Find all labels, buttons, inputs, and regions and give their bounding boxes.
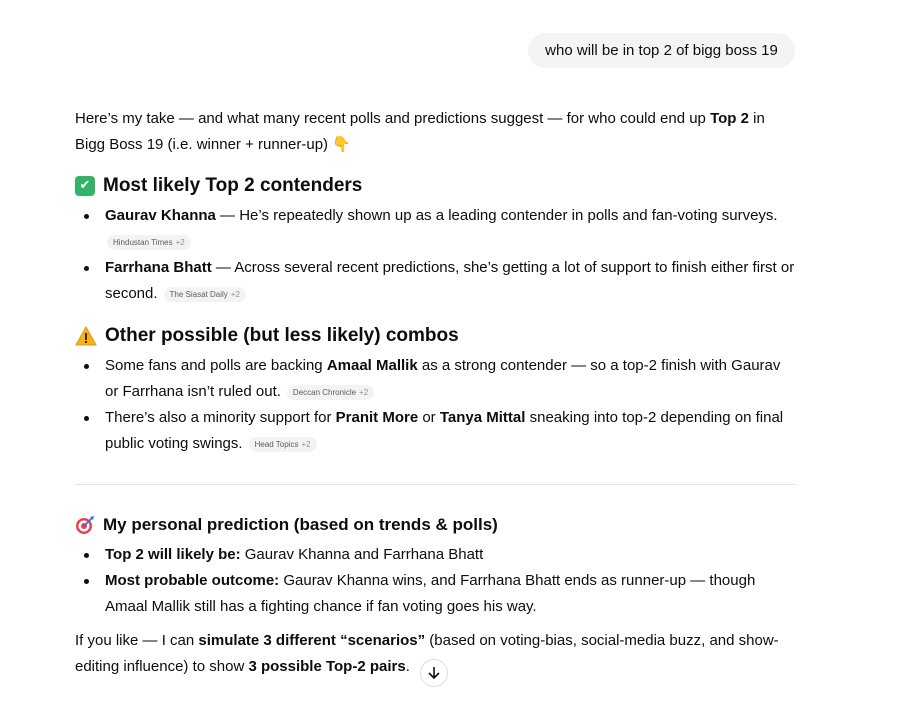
list-item: Some fans and polls are backing Amaal Ma… (75, 353, 795, 405)
section-heading-other-combos: Other possible (but less likely) combos (75, 323, 459, 349)
list-item: Top 2 will likely be: Gaurav Khanna and … (75, 542, 795, 568)
section-divider (75, 484, 795, 485)
list-item: Farrhana Bhatt — Across several recent p… (75, 255, 795, 307)
other-combos-list: Some fans and polls are backing Amaal Ma… (75, 353, 795, 457)
section-heading-contenders: ✔ Most likely Top 2 contenders (75, 173, 362, 199)
arrow-down-icon (428, 667, 440, 680)
prediction-list: Top 2 will likely be: Gaurav Khanna and … (75, 542, 795, 620)
scroll-down-button[interactable] (420, 659, 448, 687)
source-chip[interactable]: Deccan Chronicle +2 (286, 384, 375, 400)
pointing-down-emoji: 👇 (332, 136, 351, 153)
list-item: Most probable outcome: Gaurav Khanna win… (75, 568, 795, 620)
list-item: There’s also a minority support for Pran… (75, 405, 795, 457)
list-item: Gaurav Khanna — He’s repeatedly shown up… (75, 203, 795, 255)
contenders-list: Gaurav Khanna — He’s repeatedly shown up… (75, 203, 795, 307)
check-icon: ✔ (75, 176, 95, 196)
user-message-bubble: who will be in top 2 of bigg boss 19 (528, 33, 795, 68)
warning-icon (75, 325, 97, 346)
source-chip[interactable]: Head Topics +2 (248, 436, 317, 452)
intro-paragraph: Here’s my take — and what many recent po… (75, 110, 765, 153)
section-heading-prediction: My personal prediction (based on trends … (75, 512, 498, 538)
source-chip[interactable]: Hindustan Times +2 (107, 234, 191, 250)
source-chip[interactable]: The Siasat Daily +2 (163, 286, 246, 302)
target-icon (76, 516, 94, 534)
